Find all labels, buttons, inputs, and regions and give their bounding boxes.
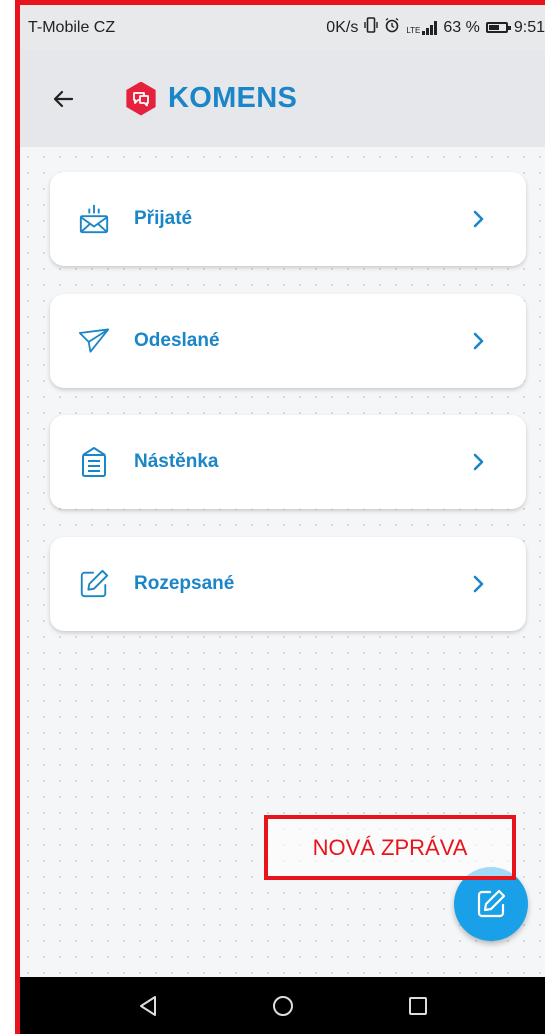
back-triangle-icon <box>139 995 156 1016</box>
annotation-label: NOVÁ ZPRÁVA <box>312 834 468 860</box>
recents-square-icon <box>408 996 427 1015</box>
menu-item-label: Nástěnka <box>134 451 219 472</box>
inbox-envelope-icon <box>78 203 110 235</box>
status-bar: T-Mobile CZ 0K/s LTE 63 % 9:51 <box>20 5 545 50</box>
app-bar: KOMENS <box>20 50 545 147</box>
menu-item-nastenka[interactable]: Nástěnka <box>50 415 526 509</box>
nav-recents-button[interactable] <box>398 986 438 1026</box>
new-message-annotation: NOVÁ ZPRÁVA <box>264 815 516 880</box>
paper-plane-icon <box>78 325 110 357</box>
system-nav-bar <box>20 977 545 1034</box>
chevron-right-icon <box>468 573 490 595</box>
back-button[interactable] <box>48 84 78 114</box>
compose-icon <box>477 889 506 918</box>
vibrate-icon <box>364 17 379 38</box>
edit-draft-icon <box>78 568 110 600</box>
battery-fill <box>488 25 499 30</box>
battery-percent: 63 % <box>443 18 480 36</box>
arrow-left-icon <box>53 90 74 107</box>
app-title: KOMENS <box>168 82 298 114</box>
home-circle-icon <box>272 995 293 1016</box>
battery-icon <box>485 22 511 33</box>
status-icons: 0K/s LTE 63 % 9:51 <box>326 17 545 38</box>
nav-back-button[interactable] <box>128 986 168 1026</box>
network-type: LTE <box>406 25 421 35</box>
noticeboard-icon <box>78 446 110 478</box>
chevron-right-icon <box>468 330 490 352</box>
app-logo <box>126 81 156 116</box>
alarm-icon <box>384 17 400 38</box>
chevron-right-icon <box>468 208 490 230</box>
chevron-right-icon <box>468 451 490 473</box>
menu-item-label: Odeslané <box>134 330 220 351</box>
chat-bubble-icon <box>133 91 149 106</box>
menu-item-rozepsane[interactable]: Rozepsané <box>50 537 526 631</box>
phone-screen: T-Mobile CZ 0K/s LTE 63 % 9:51 KOMENS Př… <box>20 5 545 1034</box>
menu-item-label: Přijaté <box>134 208 193 229</box>
screenshot-frame: T-Mobile CZ 0K/s LTE 63 % 9:51 KOMENS Př… <box>0 0 545 1034</box>
menu-item-prijate[interactable]: Přijaté <box>50 172 526 266</box>
menu-item-label: Rozepsané <box>134 573 235 594</box>
carrier-name: T-Mobile CZ <box>28 18 116 36</box>
nav-home-button[interactable] <box>263 986 303 1026</box>
network-speed: 0K/s <box>326 18 359 36</box>
clock-time: 9:51 <box>513 18 545 36</box>
menu-item-odeslane[interactable]: Odeslané <box>50 294 526 388</box>
signal-icon: LTE <box>406 20 438 35</box>
